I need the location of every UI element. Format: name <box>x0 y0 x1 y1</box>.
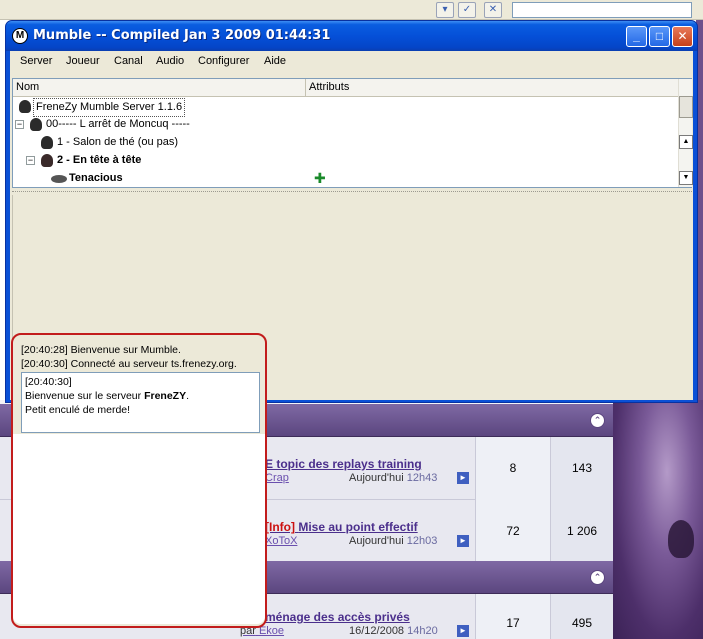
collapse-up-icon[interactable]: ⌃ <box>590 570 605 585</box>
topic-views: 495 <box>550 594 613 639</box>
menu-bar: Server Joueur Canal Audio Configurer Aid… <box>10 51 693 73</box>
channel-icon <box>41 136 53 149</box>
server-label: FreneZy Mumble Server 1.1.6 <box>33 98 186 117</box>
topic-title[interactable]: [Info] Mise au point effectif <box>265 520 418 534</box>
chat-message-box[interactable]: [20:40:30] Bienvenue sur le serveur Fren… <box>21 372 260 433</box>
topic-author[interactable]: XoToX <box>265 535 297 547</box>
tree-row-user[interactable]: Tenacious ✚ <box>13 170 678 188</box>
go-icon[interactable]: ✓ <box>458 2 476 18</box>
tree-row-server[interactable]: FreneZy Mumble Server 1.1.6 <box>13 98 678 117</box>
tree-row-channel-current[interactable]: − 2 - En tête à tête <box>13 152 678 170</box>
channel-label: 00----- L arrêt de Moncuq ----- <box>46 118 190 130</box>
window-title: Mumble -- Compiled Jan 3 2009 01:44:31 <box>33 28 331 43</box>
tree-row-channel[interactable]: − 00----- L arrêt de Moncuq ----- <box>13 116 678 134</box>
scroll-thumb[interactable] <box>679 96 693 118</box>
mumble-app-icon: M <box>12 28 28 44</box>
topic-date: Aujourd'hui 12h43 <box>349 472 438 484</box>
collapse-icon[interactable]: − <box>15 120 24 129</box>
go-to-last-post-icon[interactable]: ► <box>457 625 469 637</box>
channel-linked-icon <box>41 154 53 167</box>
topic-replies: 8 <box>475 437 550 500</box>
chat-blank-area <box>13 434 265 624</box>
tree-row-channel[interactable]: 1 - Salon de thé (ou pas) <box>13 134 678 152</box>
channel-label: 2 - En tête à tête <box>57 154 142 166</box>
menu-joueur[interactable]: Joueur <box>66 55 100 67</box>
title-bar[interactable]: M Mumble -- Compiled Jan 3 2009 01:44:31… <box>6 21 697 51</box>
column-header-nom[interactable]: Nom <box>13 79 306 97</box>
column-header-attributs[interactable]: Attributs <box>306 79 678 97</box>
tree-header: Nom Attributs <box>13 79 678 97</box>
topic-replies: 72 <box>475 500 550 563</box>
channel-tree[interactable]: Nom Attributs FreneZy Mumble Server 1.1.… <box>12 78 693 188</box>
dropdown-icon[interactable]: ▾ <box>436 2 454 18</box>
message-line: Bienvenue sur le serveur FreneZY. <box>25 390 190 402</box>
message-line: Petit enculé de merde! <box>25 404 131 416</box>
channel-label: 1 - Salon de thé (ou pas) <box>57 136 179 148</box>
message-time: [20:40:30] <box>25 376 72 388</box>
user-label: Tenacious <box>69 172 123 184</box>
topic-date: 16/12/2008 14h20 <box>349 625 438 637</box>
user-talk-icon <box>51 175 67 183</box>
topic-author[interactable]: Crap <box>265 472 289 484</box>
go-to-last-post-icon[interactable]: ► <box>457 535 469 547</box>
maximize-button[interactable]: □ <box>649 26 670 47</box>
topic-title[interactable]: ménage des accès privés <box>265 610 410 624</box>
stop-icon[interactable]: ✕ <box>484 2 502 18</box>
pane-splitter[interactable] <box>12 191 692 194</box>
minimize-button[interactable]: _ <box>626 26 647 47</box>
wallpaper-figure <box>668 520 694 558</box>
menu-canal[interactable]: Canal <box>114 55 143 67</box>
topic-views: 1 206 <box>550 500 613 563</box>
background-wallpaper <box>613 400 703 639</box>
menu-aide[interactable]: Aide <box>264 55 286 67</box>
tree-scrollbar[interactable]: ▲ ▼ <box>678 79 693 187</box>
go-to-last-post-icon[interactable]: ► <box>457 472 469 484</box>
chat-log: [20:40:28] Bienvenue sur Mumble. [20:40:… <box>21 343 259 373</box>
server-icon <box>19 100 31 113</box>
channel-icon <box>30 118 42 131</box>
scroll-up-icon[interactable]: ▲ <box>679 135 693 149</box>
chat-log-line: [20:40:30] Connecté au serveur ts.frenez… <box>21 358 237 370</box>
topic-title[interactable]: E topic des replays training <box>265 457 422 471</box>
chat-log-line: [20:40:28] Bienvenue sur Mumble. <box>21 344 181 356</box>
collapse-up-icon[interactable]: ⌃ <box>590 413 605 428</box>
collapse-icon[interactable]: − <box>26 156 35 165</box>
chat-panel: [20:40:28] Bienvenue sur Mumble. [20:40:… <box>11 333 267 628</box>
close-button[interactable]: ✕ <box>672 26 693 47</box>
topic-replies: 17 <box>475 594 550 639</box>
topic-date: Aujourd'hui 12h03 <box>349 535 438 547</box>
browser-search-input[interactable] <box>512 2 692 18</box>
topic-views: 143 <box>550 437 613 500</box>
browser-toolbar: ▾ ✓ ✕ <box>0 0 703 20</box>
scroll-down-icon[interactable]: ▼ <box>679 171 693 185</box>
menu-audio[interactable]: Audio <box>156 55 184 67</box>
menu-server[interactable]: Server <box>20 55 52 67</box>
authenticated-icon: ✚ <box>314 170 326 186</box>
menu-configurer[interactable]: Configurer <box>198 55 249 67</box>
